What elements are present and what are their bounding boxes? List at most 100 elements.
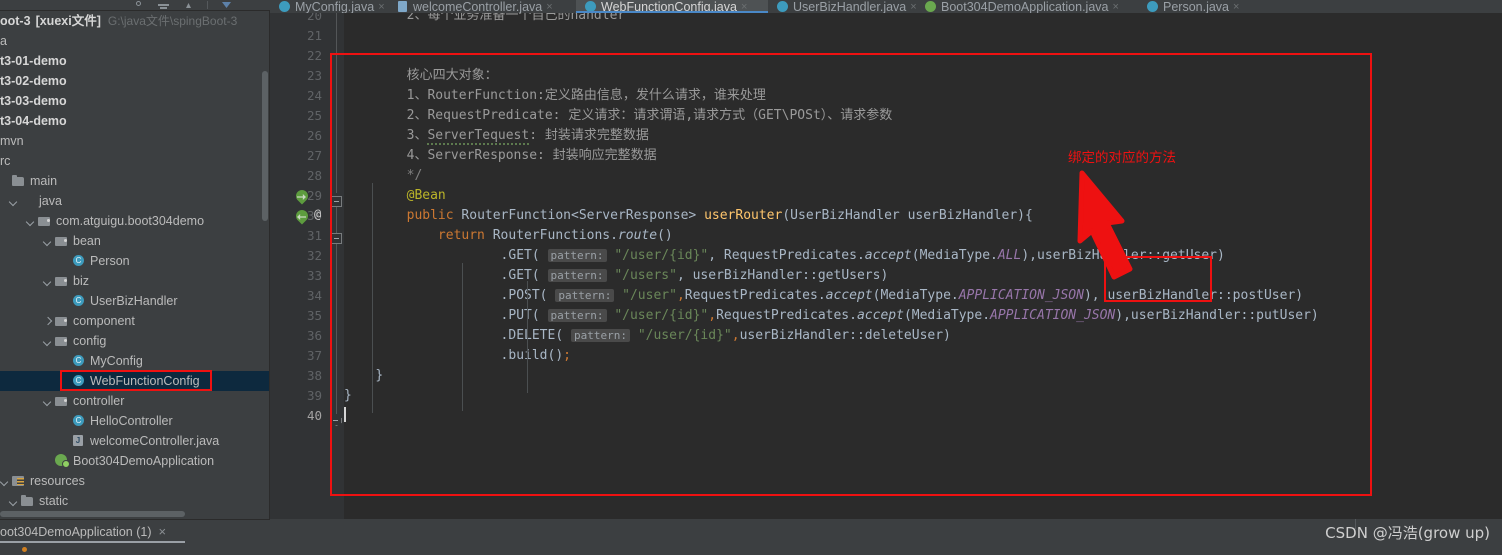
fold-marker-collapse[interactable] xyxy=(331,233,342,244)
code-line-40[interactable] xyxy=(344,406,346,426)
editor-tab-bar[interactable]: MyConfig.java × welcomeController.java × Web… xyxy=(270,0,1502,13)
editor-tab-myconfig[interactable]: MyConfig.java × xyxy=(270,0,388,13)
collapse-all-icon[interactable] xyxy=(157,1,170,10)
tree-item-hellocontroller[interactable]: HelloController xyxy=(0,411,270,431)
project-root-row[interactable]: oot-3 [xuexi文件] G:\java文件\spingBoot-3 xyxy=(0,11,270,31)
tree-item-t3-04-demo[interactable]: t3-04-demo xyxy=(0,111,270,131)
sidebar-horizontal-scrollbar[interactable] xyxy=(0,511,185,517)
tree-item-bean[interactable]: bean xyxy=(0,231,270,251)
close-icon[interactable]: × xyxy=(378,1,384,13)
code-line-33[interactable]: .GET( pattern: "/users", userBizHandler:… xyxy=(344,266,889,286)
tree-item-controller[interactable]: controller xyxy=(0,391,270,411)
code-line-31[interactable]: return RouterFunctions.route() xyxy=(344,226,673,246)
download-icon[interactable] xyxy=(220,1,233,10)
chevron-down-icon[interactable] xyxy=(9,496,20,507)
tree-item-label: main xyxy=(30,174,58,188)
tree-item-t3-03-demo[interactable]: t3-03-demo xyxy=(0,91,270,111)
line-number-27: 27 xyxy=(306,148,322,163)
close-icon[interactable]: × xyxy=(158,524,166,539)
tree-item-config[interactable]: config xyxy=(0,331,270,351)
tree-item-biz[interactable]: biz xyxy=(0,271,270,291)
code-line-36[interactable]: .DELETE( pattern: "/user/{id}",userBizHa… xyxy=(344,326,951,346)
code-line-26[interactable]: 3、ServerTequest: 封装请求完整数据 xyxy=(344,126,649,146)
spring-bean-right-icon[interactable] xyxy=(296,209,310,223)
tree-item-static[interactable]: static xyxy=(0,491,270,511)
code-line-28[interactable]: */ xyxy=(344,166,423,186)
project-tool-window[interactable]: oot-3 [xuexi文件] G:\java文件\spingBoot-3 at… xyxy=(0,11,270,519)
fold-guide-line xyxy=(336,244,337,414)
tree-item-label: welcomeController.java xyxy=(90,434,220,448)
tree-item-t3-01-demo[interactable]: t3-01-demo xyxy=(0,51,270,71)
tree-item-com-atguigu-boot304demo[interactable]: com.atguigu.boot304demo xyxy=(0,211,270,231)
watermark: CSDN @冯浩(grow up) xyxy=(1325,524,1490,542)
tree-item-resources[interactable]: resources xyxy=(0,471,270,491)
package-icon xyxy=(54,394,69,408)
tree-item-myconfig[interactable]: MyConfig xyxy=(0,351,270,371)
project-tree[interactable]: a t3-01-demo t3-02-demo t3-03-demo t3-04-dem… xyxy=(0,31,270,511)
chevron-right-icon[interactable] xyxy=(43,316,54,327)
chevron-down-icon[interactable] xyxy=(43,336,54,347)
chevron-down-icon[interactable] xyxy=(43,276,54,287)
editor-tab-userbizhandler[interactable]: UserBizHandler.java × xyxy=(768,0,917,13)
java-file-icon xyxy=(397,1,409,12)
code-line-39[interactable]: } xyxy=(344,386,352,406)
tree-item-mvn[interactable]: mvn xyxy=(0,131,270,151)
tree-item-boot304demoapplication[interactable]: Boot304DemoApplication xyxy=(0,451,270,471)
code-line-20[interactable]: 2、每个业务准备一个自己的handler xyxy=(344,13,626,26)
code-line-29[interactable]: @Bean xyxy=(344,186,446,206)
code-line-37[interactable]: .build(); xyxy=(344,346,571,366)
sidebar-vertical-scrollbar[interactable] xyxy=(262,71,268,221)
run-tool-tab[interactable]: oot304DemoApplication (1) × xyxy=(0,519,270,543)
tree-item-label: a xyxy=(0,34,7,48)
tree-item-t3-02-demo[interactable]: t3-02-demo xyxy=(0,71,270,91)
code-line-35[interactable]: .PUT( pattern: "/user/{id}",RequestPredi… xyxy=(344,306,1319,326)
tree-item-label: controller xyxy=(73,394,125,408)
tree-item-a[interactable]: a xyxy=(0,31,270,51)
code-line-34[interactable]: .POST( pattern: "/user",RequestPredicate… xyxy=(344,286,1304,306)
tree-item-person[interactable]: Person xyxy=(0,251,270,271)
tree-item-java[interactable]: java xyxy=(0,191,270,211)
line-number-23: 23 xyxy=(306,68,322,83)
tree-item-webfunctionconfig[interactable]: WebFunctionConfig xyxy=(0,371,270,391)
settings-icon[interactable] xyxy=(132,1,145,10)
tree-item-userbizhandler[interactable]: UserBizHandler xyxy=(0,291,270,311)
tree-item-welcomecontroller-java[interactable]: welcomeController.java xyxy=(0,431,270,451)
code-line-32[interactable]: .GET( pattern: "/user/{id}", RequestPred… xyxy=(344,246,1225,266)
line-number-40: 40 xyxy=(306,408,322,423)
code-line-23[interactable]: 核心四大对象： xyxy=(344,66,498,86)
chevron-down-icon[interactable] xyxy=(9,196,20,207)
spring-bean-left-icon[interactable] xyxy=(296,189,310,203)
expand-icon[interactable] xyxy=(182,1,195,10)
code-line-24[interactable]: 1、RouterFunction:定义路由信息，发什么请求，谁来处理 xyxy=(344,86,766,106)
close-icon[interactable]: × xyxy=(1112,1,1118,13)
fold-marker-end[interactable] xyxy=(331,416,342,427)
fold-marker-collapse[interactable] xyxy=(331,196,342,207)
chevron-down-icon[interactable] xyxy=(43,396,54,407)
close-icon[interactable]: × xyxy=(546,1,552,13)
editor-tab-person[interactable]: Person.java × xyxy=(1138,0,1248,13)
code-content[interactable]: 2、每个业务准备一个自己的handler 核心四大对象： 1、RouterFun… xyxy=(344,13,1502,519)
project-root-tag: [xuexi文件] xyxy=(35,14,101,28)
tree-item-component[interactable]: component xyxy=(0,311,270,331)
chevron-down-icon[interactable] xyxy=(0,476,11,487)
code-editor[interactable]: 20 21 22 23 24 25 26 27 28 29 30 31 32 33 34 35 36 37 38 39… xyxy=(270,13,1502,519)
editor-tab-webfunctionconfig[interactable]: WebFunctionConfig.java × xyxy=(576,0,768,13)
class-icon xyxy=(1147,1,1159,12)
close-icon[interactable]: × xyxy=(1233,1,1239,13)
close-icon[interactable]: × xyxy=(741,1,747,13)
code-line-30[interactable]: public RouterFunction<ServerResponse> us… xyxy=(344,206,1033,226)
code-line-27[interactable]: 4、ServerResponse: 封装响应完整数据 xyxy=(344,146,657,166)
editor-tab-welcomecontroller[interactable]: welcomeController.java × xyxy=(388,0,576,13)
tree-item-rc[interactable]: rc xyxy=(0,151,270,171)
tree-item-main[interactable]: main xyxy=(0,171,270,191)
fold-rail[interactable] xyxy=(330,13,344,519)
editor-gutter[interactable]: 20 21 22 23 24 25 26 27 28 29 30 31 32 33 34 35 36 37 38 39… xyxy=(270,13,330,519)
tree-item-label: HelloController xyxy=(90,414,173,428)
code-line-25[interactable]: 2、RequestPredicate: 定义请求：请求谓语,请求方式（GET\P… xyxy=(344,106,893,126)
editor-tab-boot304demoapplication[interactable]: Boot304DemoApplication.java × xyxy=(916,0,1138,13)
chevron-down-icon[interactable] xyxy=(43,236,54,247)
chevron-down-icon[interactable] xyxy=(26,216,37,227)
code-line-38[interactable]: } xyxy=(344,366,383,386)
java-file-icon xyxy=(71,434,86,448)
